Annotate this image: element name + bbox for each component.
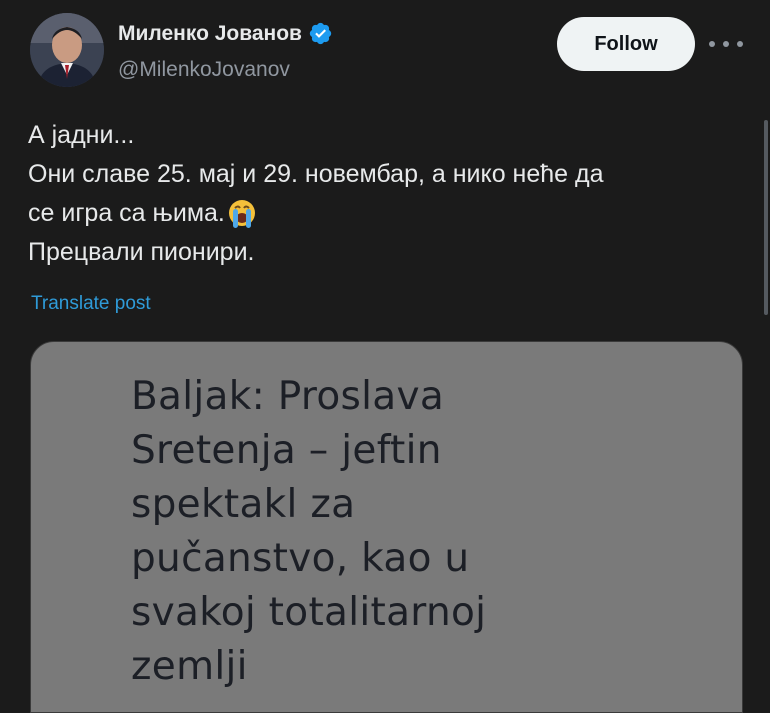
tweet-view: Миленко Јованов @MilenkoJovanov Follow А… bbox=[0, 0, 770, 713]
post-line: се игра са њима. bbox=[28, 194, 728, 233]
card-headline-line: zemlji bbox=[131, 644, 248, 689]
follow-button[interactable]: Follow bbox=[557, 17, 695, 71]
card-headline-line: spektakl za bbox=[131, 482, 356, 527]
post-image-card[interactable]: Baljak: Proslava Sretenja – jeftin spekt… bbox=[30, 341, 743, 713]
post-line: А јадни... bbox=[28, 121, 135, 149]
card-headline-line: Sretenja – jeftin bbox=[131, 428, 442, 473]
author-name-text[interactable]: Миленко Јованов bbox=[118, 22, 302, 46]
card-headline-line: pučanstvo, kao u bbox=[131, 536, 470, 581]
post-line: Они славе 25. мај и 29. новембар, а нико… bbox=[28, 160, 604, 188]
card-headline-line: svakoj totalitarnoj bbox=[131, 590, 487, 635]
verified-badge-icon bbox=[308, 21, 333, 46]
scrollbar[interactable] bbox=[764, 120, 768, 315]
author-handle[interactable]: @MilenkoJovanov bbox=[118, 58, 290, 82]
post-line: Прецвали пионири. bbox=[28, 238, 255, 266]
loudly-crying-face-icon bbox=[226, 197, 258, 229]
post-line-text: се игра са њима. bbox=[28, 199, 225, 227]
post-text: А јадни... Они славе 25. мај и 29. новем… bbox=[28, 116, 728, 272]
card-headline: Baljak: Proslava Sretenja – jeftin spekt… bbox=[131, 370, 631, 694]
translate-post-link[interactable]: Translate post bbox=[31, 293, 151, 315]
author-name[interactable]: Миленко Јованов bbox=[118, 21, 333, 46]
card-headline-line: Baljak: Proslava bbox=[131, 374, 445, 419]
avatar[interactable] bbox=[30, 13, 104, 87]
more-horizontal-icon[interactable] bbox=[709, 32, 743, 56]
